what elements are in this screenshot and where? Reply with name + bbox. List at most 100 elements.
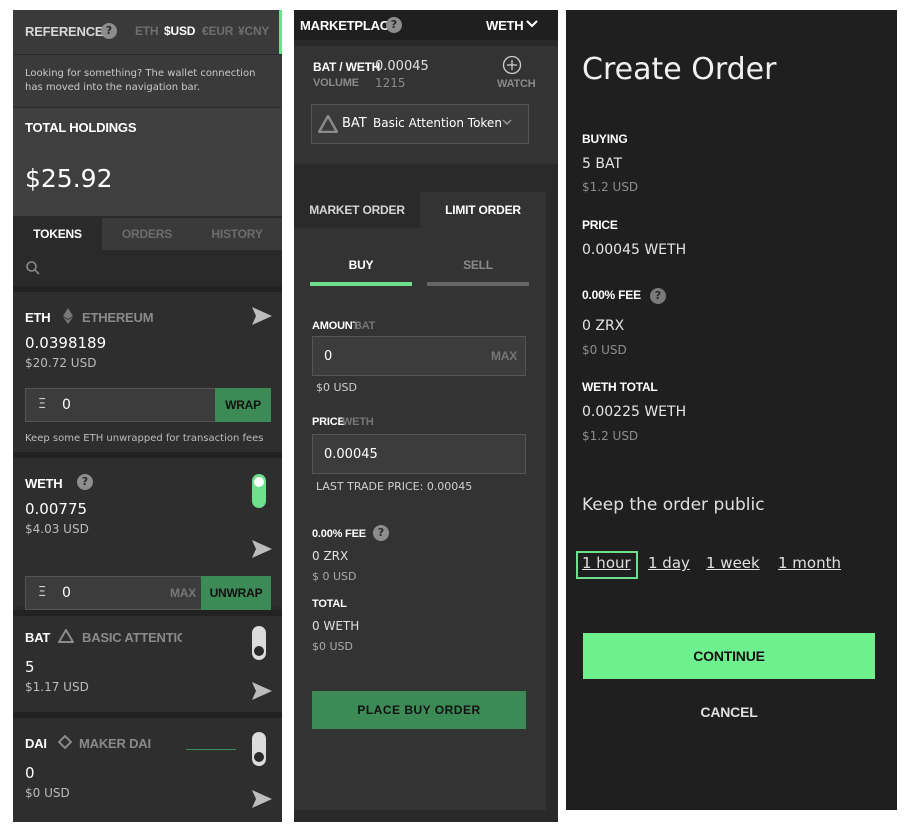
holdings-box: TOTAL HOLDINGS $25.92: [13, 108, 282, 216]
duration-1-week[interactable]: 1 week: [706, 554, 760, 572]
unwrap-value: 0: [62, 585, 71, 601]
order-type-tabs: MARKET ORDER LIMIT ORDER: [294, 192, 558, 228]
wrap-value: 0: [62, 397, 71, 413]
pair-price: 0.00045: [375, 59, 429, 74]
unlock-toggle[interactable]: [252, 626, 266, 660]
price-value: 0.00045: [324, 447, 378, 462]
token-row-bat: BAT BASIC ATTENTIOI 5 $1.17 USD: [13, 616, 282, 712]
unlock-toggle[interactable]: [252, 474, 266, 508]
help-icon[interactable]: ?: [101, 23, 117, 39]
send-icon[interactable]: [252, 682, 272, 700]
fee-usd: $0 USD: [582, 343, 627, 357]
weth-total-value: 0.00225 WETH: [582, 404, 687, 420]
token-row-dai: DAI MAKER DAI 0 $0 USD: [13, 718, 282, 822]
unlock-toggle[interactable]: [252, 732, 266, 766]
holdings-value: $25.92: [25, 164, 113, 193]
token-usd: $1.17 USD: [25, 680, 89, 694]
tab-history[interactable]: HISTORY: [192, 218, 282, 250]
eth-prefix: Ξ: [38, 397, 47, 412]
order-form: BUY SELL AMOUNT BAT 0 MAX $0 USD PRICE W…: [294, 228, 546, 810]
token-select[interactable]: BAT Basic Attention Token: [311, 104, 529, 144]
dai-icon: [58, 735, 72, 749]
sell-indicator: [427, 282, 529, 286]
tab-limit-order[interactable]: LIMIT ORDER: [420, 192, 546, 228]
currency-cny[interactable]: ¥CNY: [238, 24, 269, 38]
pair-box: BAT / WETH 0.00045 VOLUME 1215 WATCH BAT…: [294, 46, 558, 164]
token-amount: 0: [25, 764, 35, 782]
duration-1-day[interactable]: 1 day: [648, 554, 690, 572]
buying-usd: $1.2 USD: [582, 180, 639, 194]
weth-total-label: WETH TOTAL: [582, 380, 658, 394]
tab-orders[interactable]: ORDERS: [102, 218, 192, 250]
help-icon[interactable]: ?: [650, 288, 666, 304]
send-icon[interactable]: [252, 540, 272, 558]
token-name: BASIC ATTENTIOI: [82, 630, 182, 645]
tab-sell[interactable]: SELL: [427, 258, 529, 272]
volume-label: VOLUME: [313, 77, 359, 89]
price-label: PRICE: [312, 416, 345, 428]
dialog-title: Create Order: [582, 52, 777, 87]
amount-unit: BAT: [354, 320, 376, 332]
notice-text: Looking for something? The wallet connec…: [25, 68, 256, 93]
public-label: Keep the order public: [582, 495, 765, 515]
amount-input[interactable]: 0 MAX: [312, 336, 526, 376]
tab-tokens[interactable]: TOKENS: [13, 218, 102, 250]
fee-label: 0.00% FEE: [582, 288, 641, 302]
unwrap-input[interactable]: Ξ 0 MAX: [25, 576, 203, 610]
watch-plus-icon[interactable]: [502, 55, 522, 75]
price-value: 0.00045 WETH: [582, 242, 687, 258]
token-symbol: WETH: [25, 476, 63, 491]
select-symbol: BAT: [342, 116, 367, 131]
bat-icon: [318, 115, 338, 133]
place-buy-order-button[interactable]: PLACE BUY ORDER: [312, 691, 526, 729]
reference-title: REFERENCE: [25, 24, 104, 39]
help-icon[interactable]: ?: [373, 525, 389, 541]
max-button[interactable]: MAX: [170, 586, 196, 600]
fee-usd: $ 0 USD: [312, 570, 357, 583]
price-input[interactable]: 0.00045: [312, 434, 526, 474]
token-row-eth: ETH ETHEREUM 0.0398189 $20.72 USD Ξ 0 WR…: [13, 292, 282, 452]
wrap-button[interactable]: WRAP: [215, 388, 271, 422]
holdings-label: TOTAL HOLDINGS: [25, 120, 137, 135]
token-amount: 0.00775: [25, 500, 88, 518]
token-symbol: BAT: [25, 630, 51, 645]
continue-button[interactable]: CONTINUE: [583, 633, 875, 679]
price-label: PRICE: [582, 218, 618, 232]
currency-usd[interactable]: $USD: [164, 24, 195, 38]
token-symbol: ETH: [25, 310, 51, 325]
chevron-down-icon: [502, 119, 512, 127]
help-icon[interactable]: ?: [386, 17, 402, 33]
buying-label: BUYING: [582, 132, 628, 146]
token-name: ETHEREUM: [82, 310, 154, 325]
cancel-button[interactable]: CANCEL: [583, 704, 875, 720]
currency-eur[interactable]: €EUR: [202, 24, 233, 38]
last-trade-price: LAST TRADE PRICE: 0.00045: [316, 480, 473, 493]
eth-prefix: Ξ: [38, 585, 47, 600]
wrap-note: Keep some ETH unwrapped for transaction …: [25, 433, 264, 444]
tab-market-order[interactable]: MARKET ORDER: [294, 192, 420, 228]
watch-label[interactable]: WATCH: [497, 78, 536, 90]
market-selector[interactable]: WETH: [486, 18, 524, 33]
max-button[interactable]: MAX: [491, 349, 517, 363]
bat-icon: [58, 629, 74, 643]
duration-1-hour[interactable]: 1 hour: [582, 554, 631, 572]
unwrap-button[interactable]: UNWRAP: [201, 576, 271, 610]
price-unit: WETH: [342, 416, 374, 428]
token-amount: 5: [25, 658, 35, 676]
fee-value: 0 ZRX: [582, 318, 625, 334]
notice-box: Looking for something? The wallet connec…: [13, 54, 282, 107]
duration-1-month[interactable]: 1 month: [778, 554, 841, 572]
currency-eth[interactable]: ETH: [135, 24, 159, 38]
select-name: Basic Attention Token: [373, 116, 501, 130]
send-icon[interactable]: [252, 790, 272, 808]
wrap-input[interactable]: Ξ 0: [25, 388, 217, 422]
send-icon[interactable]: [252, 307, 272, 325]
search-icon[interactable]: [25, 260, 41, 276]
weth-total-usd: $1.2 USD: [582, 429, 639, 443]
total-usd: $0 USD: [312, 640, 353, 653]
help-icon[interactable]: ?: [77, 474, 93, 490]
marketplace-title: MARKETPLACE: [300, 18, 398, 33]
chevron-down-icon[interactable]: [526, 19, 538, 29]
wallet-panel: REFERENCE ? ETH $USD €EUR ¥CNY Looking f…: [13, 10, 282, 822]
tab-buy[interactable]: BUY: [310, 258, 412, 272]
